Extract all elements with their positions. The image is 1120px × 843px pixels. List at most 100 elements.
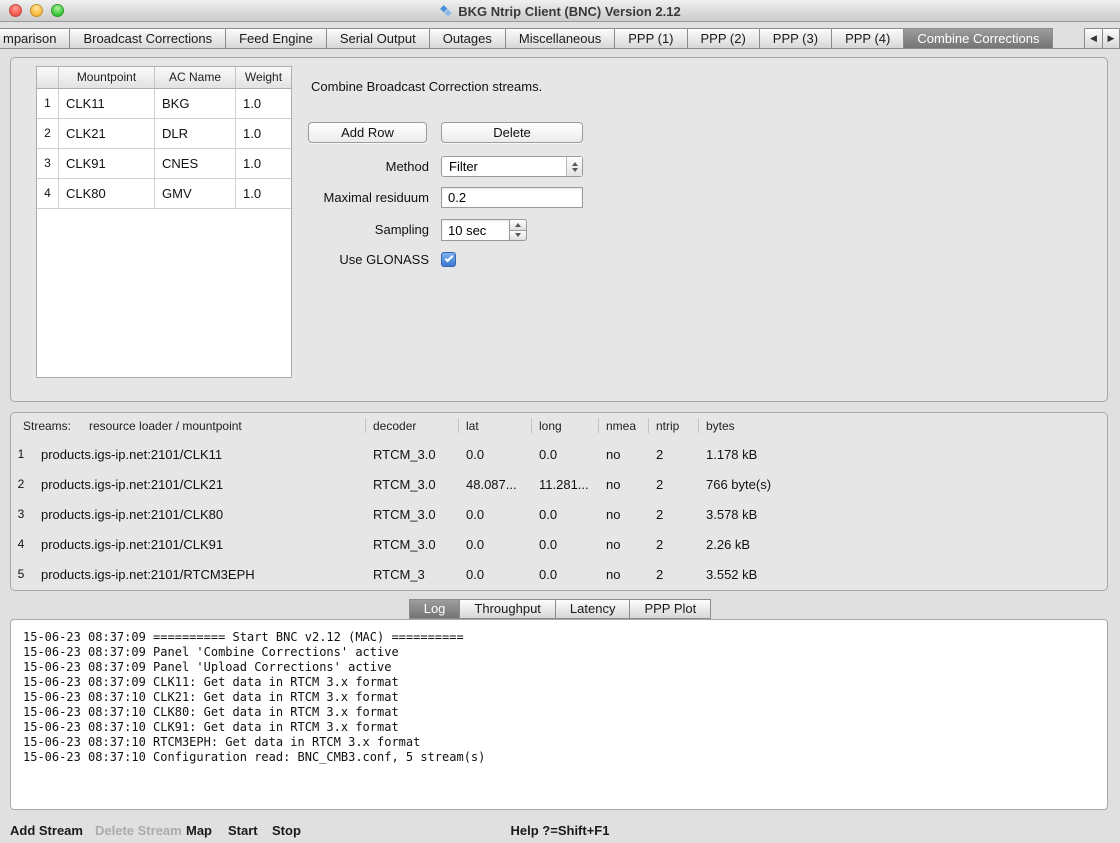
log-panel: 15-06-23 08:37:09 ========== Start BNC v… [10, 619, 1108, 810]
row-number: 4 [37, 179, 59, 209]
stream-bytes: 3.578 kB [706, 507, 1107, 522]
stream-number: 1 [11, 447, 31, 461]
cell-ac-name[interactable]: GMV [155, 179, 236, 209]
tab-ppp-4[interactable]: PPP (4) [832, 28, 904, 48]
zoom-window-button[interactable] [51, 4, 64, 17]
sampling-label: Sampling [259, 219, 429, 240]
window-title: BKG Ntrip Client (BNC) Version 2.12 [458, 4, 680, 19]
tab-combine-corrections[interactable]: Combine Corrections [904, 28, 1053, 48]
tab-miscellaneous[interactable]: Miscellaneous [506, 28, 615, 48]
column-separator [598, 418, 599, 433]
stream-row[interactable]: 3 products.igs-ip.net:2101/CLK80 RTCM_3.… [11, 499, 1107, 529]
stream-decoder: RTCM_3.0 [373, 507, 466, 522]
table-row: 2 CLK21 DLR 1.0 [37, 119, 291, 149]
stream-bytes: 2.26 kB [706, 537, 1107, 552]
column-separator [531, 418, 532, 433]
tab-ppp-3[interactable]: PPP (3) [760, 28, 832, 48]
tab-scroll-controls: ◀ ▶ [1084, 28, 1120, 48]
bnc-app-icon [439, 4, 453, 18]
tab-log[interactable]: Log [409, 599, 461, 619]
cell-mountpoint[interactable]: CLK11 [59, 89, 155, 119]
stream-nmea: no [606, 447, 656, 462]
col-header-ntrip: ntrip [656, 419, 679, 433]
stream-lat: 48.087... [466, 477, 539, 492]
add-stream-action[interactable]: Add Stream [10, 820, 83, 841]
cell-weight[interactable]: 1.0 [236, 119, 291, 149]
app-window: BKG Ntrip Client (BNC) Version 2.12 mpar… [0, 0, 1120, 843]
header-ac-name: AC Name [155, 67, 236, 89]
cell-weight[interactable]: 1.0 [236, 89, 291, 119]
stream-long: 11.281... [539, 477, 606, 492]
stream-row[interactable]: 5 products.igs-ip.net:2101/RTCM3EPH RTCM… [11, 559, 1107, 589]
streams-rows: 1 products.igs-ip.net:2101/CLK11 RTCM_3.… [11, 439, 1107, 589]
stream-row[interactable]: 2 products.igs-ip.net:2101/CLK21 RTCM_3.… [11, 469, 1107, 499]
col-header-lat: lat [466, 419, 479, 433]
tab-ppp-2[interactable]: PPP (2) [688, 28, 760, 48]
add-row-button[interactable]: Add Row [308, 122, 427, 143]
stream-long: 0.0 [539, 507, 606, 522]
combine-corrections-panel: Mountpoint AC Name Weight 1 CLK11 BKG 1.… [10, 57, 1108, 402]
tab-throughput[interactable]: Throughput [460, 599, 556, 619]
stream-long: 0.0 [539, 567, 606, 582]
tab-comparison[interactable]: mparison [0, 28, 70, 48]
stream-row[interactable]: 4 products.igs-ip.net:2101/CLK91 RTCM_3.… [11, 529, 1107, 559]
tab-ppp-plot[interactable]: PPP Plot [630, 599, 711, 619]
tab-outages[interactable]: Outages [430, 28, 506, 48]
stream-nmea: no [606, 477, 656, 492]
cell-mountpoint[interactable]: CLK91 [59, 149, 155, 179]
traffic-lights [9, 4, 64, 17]
table-row: 3 CLK91 CNES 1.0 [37, 149, 291, 179]
stream-ntrip: 2 [656, 447, 706, 462]
method-select[interactable]: Filter [441, 156, 583, 177]
tab-scroll-left-icon[interactable]: ◀ [1085, 29, 1102, 48]
stream-lat: 0.0 [466, 537, 539, 552]
stream-row[interactable]: 1 products.igs-ip.net:2101/CLK11 RTCM_3.… [11, 439, 1107, 469]
stop-action[interactable]: Stop [272, 820, 301, 841]
tab-scroll-right-icon[interactable]: ▶ [1102, 29, 1119, 48]
stream-ntrip: 2 [656, 537, 706, 552]
header-mountpoint: Mountpoint [59, 67, 155, 89]
stream-number: 2 [11, 477, 31, 491]
log-line: 15-06-23 08:37:10 RTCM3EPH: Get data in … [23, 735, 1095, 750]
sampling-spinbox [441, 219, 527, 241]
stream-decoder: RTCM_3.0 [373, 447, 466, 462]
use-glonass-checkbox[interactable] [441, 252, 456, 267]
stream-bytes: 3.552 kB [706, 567, 1107, 582]
stream-decoder: RTCM_3.0 [373, 537, 466, 552]
stream-decoder: RTCM_3.0 [373, 477, 466, 492]
tab-broadcast-corrections[interactable]: Broadcast Corrections [70, 28, 226, 48]
table-row: 4 CLK80 GMV 1.0 [37, 179, 291, 209]
close-window-button[interactable] [9, 4, 22, 17]
tab-serial-output[interactable]: Serial Output [327, 28, 430, 48]
stream-long: 0.0 [539, 447, 606, 462]
cell-mountpoint[interactable]: CLK21 [59, 119, 155, 149]
tab-feed-engine[interactable]: Feed Engine [226, 28, 327, 48]
delete-button[interactable]: Delete [441, 122, 583, 143]
cell-mountpoint[interactable]: CLK80 [59, 179, 155, 209]
sampling-input[interactable] [441, 219, 509, 241]
panel-description: Combine Broadcast Correction streams. [311, 79, 542, 94]
stream-mountpoint: products.igs-ip.net:2101/CLK80 [31, 507, 373, 522]
start-action[interactable]: Start [228, 820, 258, 841]
sampling-increment-button[interactable] [509, 219, 527, 230]
stream-number: 5 [11, 567, 31, 581]
tab-latency[interactable]: Latency [556, 599, 631, 619]
stream-mountpoint: products.igs-ip.net:2101/CLK11 [31, 447, 373, 462]
sampling-decrement-button[interactable] [509, 230, 527, 242]
cell-ac-name[interactable]: DLR [155, 119, 236, 149]
cell-ac-name[interactable]: CNES [155, 149, 236, 179]
tab-ppp-1[interactable]: PPP (1) [615, 28, 687, 48]
mountpoint-table-header: Mountpoint AC Name Weight [37, 67, 291, 89]
corner-header-cell [37, 67, 59, 89]
cell-ac-name[interactable]: BKG [155, 89, 236, 119]
stream-number: 4 [11, 537, 31, 551]
col-header-nmea: nmea [606, 419, 636, 433]
stream-ntrip: 2 [656, 567, 706, 582]
minimize-window-button[interactable] [30, 4, 43, 17]
sampling-stepper [509, 219, 527, 241]
maximal-residuum-input[interactable] [441, 187, 583, 208]
map-action[interactable]: Map [186, 820, 212, 841]
log-line: 15-06-23 08:37:10 Configuration read: BN… [23, 750, 1095, 765]
log-line: 15-06-23 08:37:10 CLK21: Get data in RTC… [23, 690, 1095, 705]
col-header-mountpoint: resource loader / mountpoint [89, 419, 242, 433]
